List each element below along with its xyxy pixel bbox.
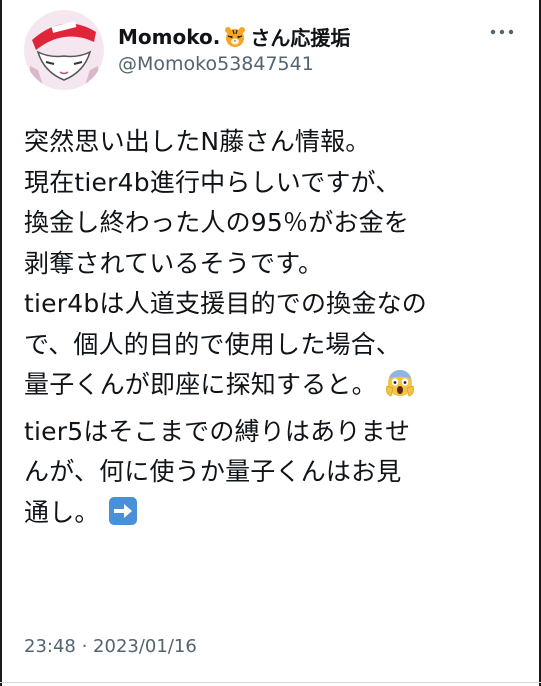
left-frame-border (0, 0, 2, 686)
tweet-paragraph-2: tier5はそこまでの縛りはありませ んが、何に使うか量子くんはお見 通し。 (24, 412, 524, 534)
tweet-header: Momoko. さん応援垢 @Momoko53847541 (24, 10, 527, 90)
right-arrow-icon (108, 496, 138, 526)
display-name: Momoko. (118, 24, 221, 49)
tweet-paragraph-1: 突然思い出したN藤さん情報。 現在tier4b進行中らしいですが、 換金し終わっ… (24, 122, 524, 406)
divider (0, 682, 541, 683)
tweet-paragraph-2-text: tier5はそこまでの縛りはありませ んが、何に使うか量子くんはお見 通し。 (24, 416, 411, 527)
avatar-illustration-icon (24, 10, 104, 90)
tweet-timestamp[interactable]: 23:48 · 2023/01/16 (24, 636, 197, 657)
face-screaming-in-fear-icon (385, 368, 415, 398)
display-name-row[interactable]: Momoko. さん応援垢 (118, 22, 350, 51)
avatar[interactable] (24, 10, 104, 90)
tiger-face-icon (224, 26, 246, 48)
display-name-suffix: さん応援垢 (250, 26, 351, 50)
user-handle[interactable]: @Momoko53847541 (118, 53, 314, 75)
more-options-icon[interactable] (489, 22, 515, 42)
tweet-text: 突然思い出したN藤さん情報。 現在tier4b進行中らしいですが、 換金し終わっ… (24, 122, 524, 533)
tweet-paragraph-1-text: 突然思い出したN藤さん情報。 現在tier4b進行中らしいですが、 換金し終わっ… (24, 127, 427, 399)
